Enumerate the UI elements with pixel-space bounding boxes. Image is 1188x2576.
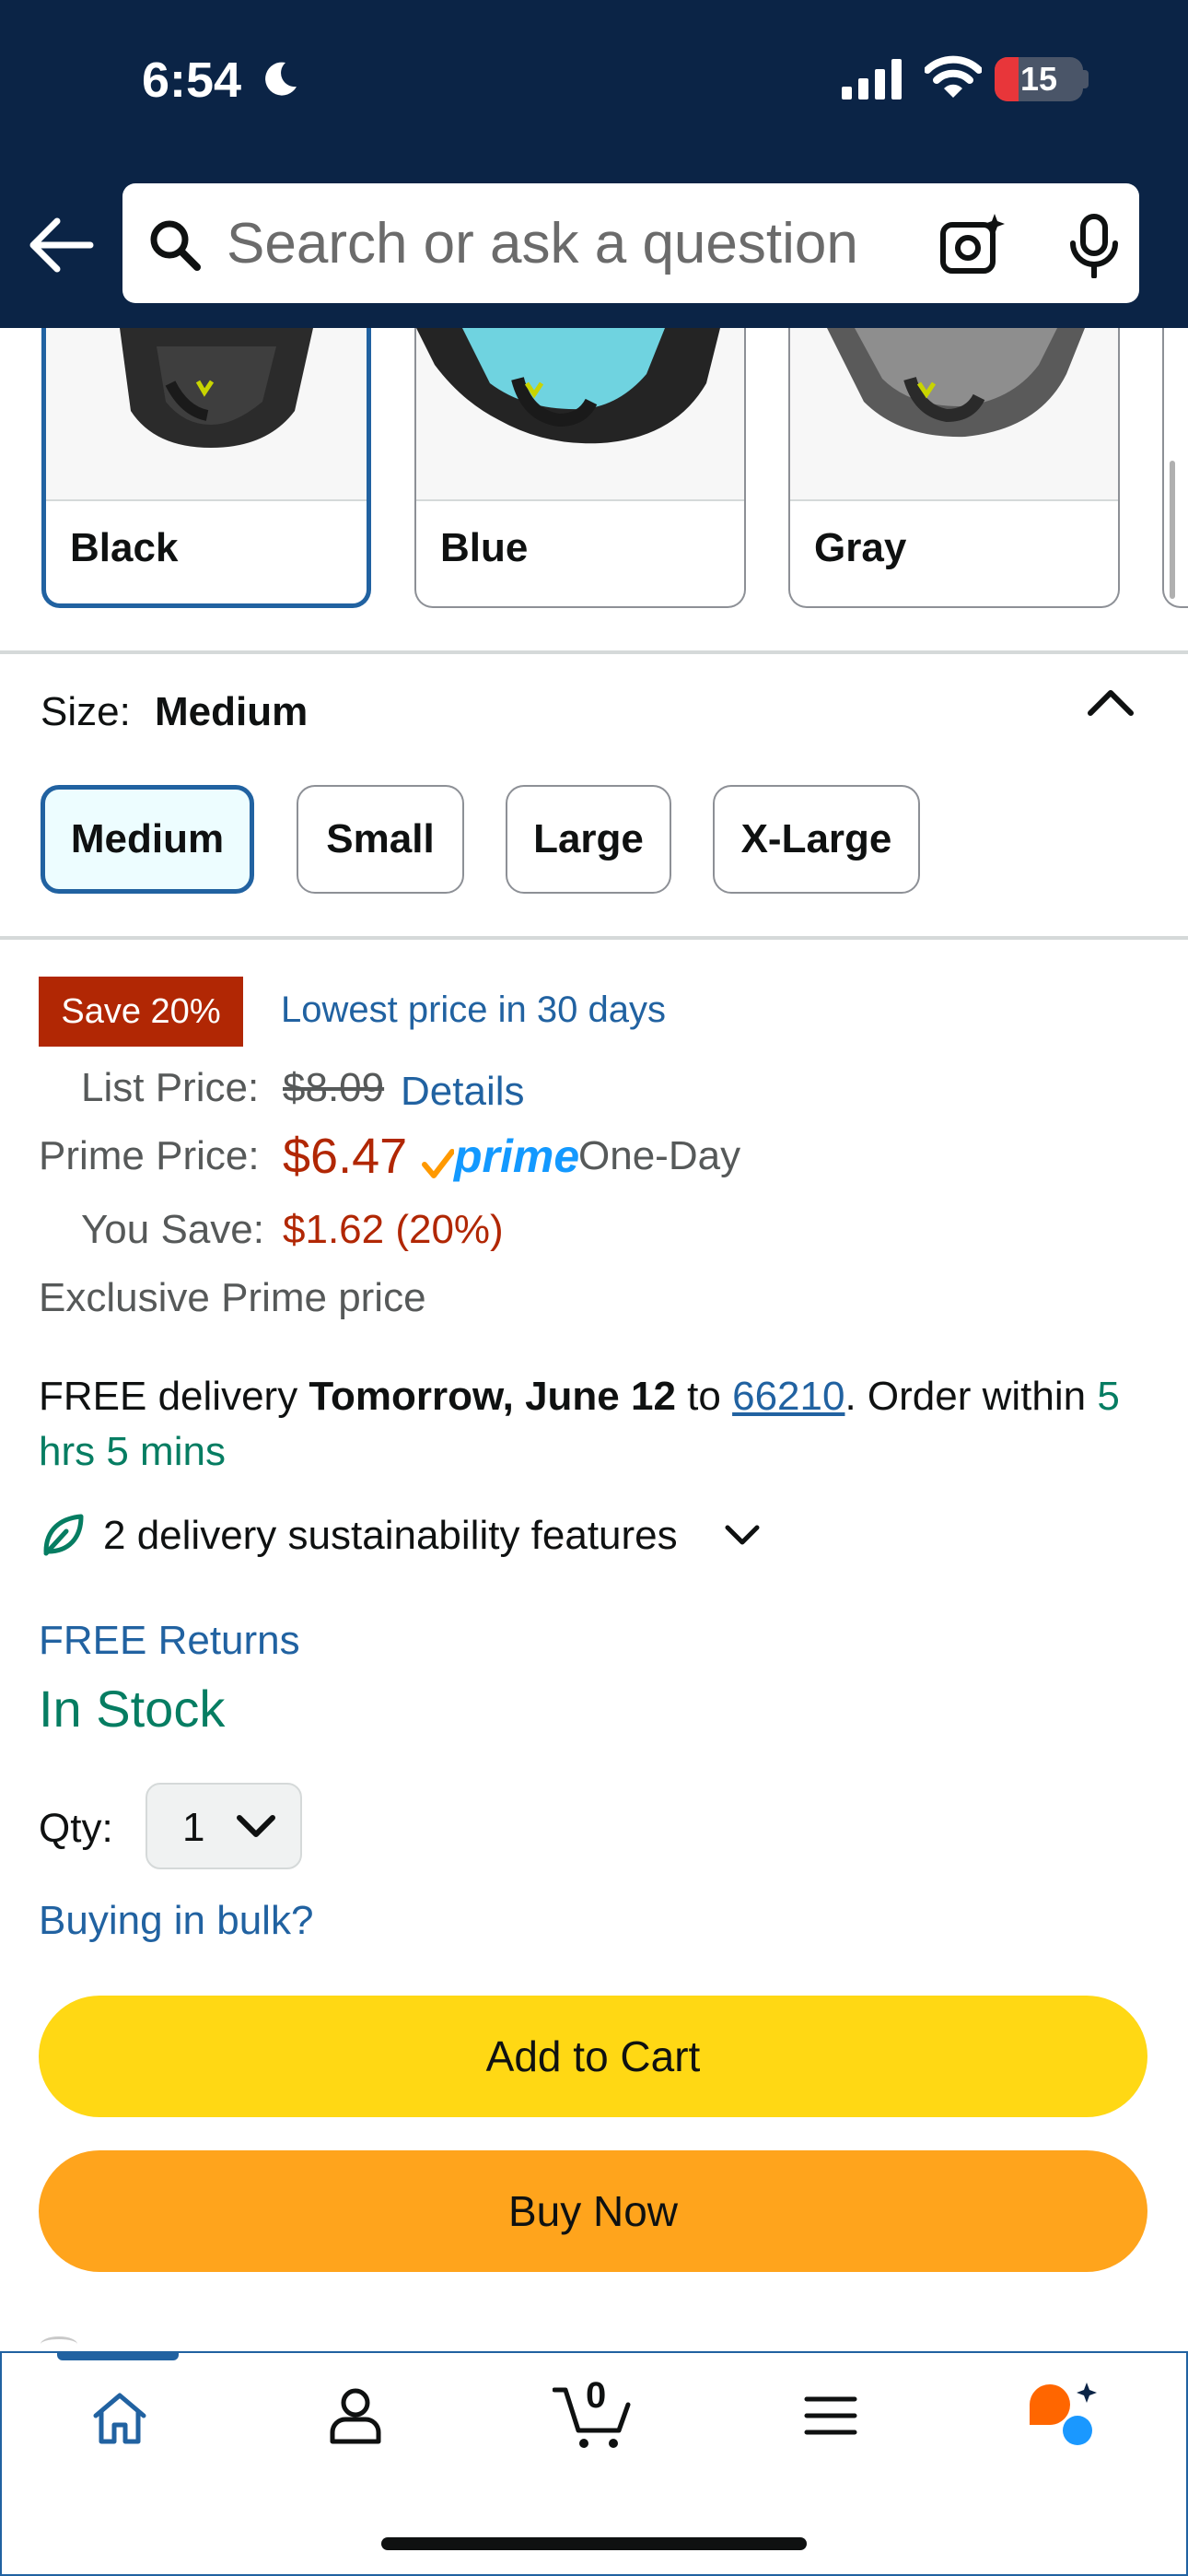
glove-image [827, 328, 1085, 438]
cart-count-badge: 0 [586, 2375, 607, 2416]
size-option-small[interactable]: Small [297, 785, 464, 894]
prime-price: $6.47 [283, 1129, 408, 1184]
buying-in-bulk-link[interactable]: Buying in bulk? [39, 1898, 313, 1944]
quantity-label: Qty: [39, 1806, 113, 1851]
size-selected-value: Medium [155, 689, 309, 734]
color-label: Black [70, 525, 179, 570]
color-option-black[interactable]: Black [41, 328, 371, 608]
delivery-to: to [675, 1374, 733, 1419]
stock-status: In Stock [39, 1680, 226, 1738]
active-tab-indicator [57, 2351, 179, 2360]
product-thumbnail [46, 328, 367, 501]
add-to-cart-button[interactable]: Add to Cart [39, 1996, 1147, 2117]
delivery-prefix: FREE delivery [39, 1374, 309, 1419]
quantity-dropdown[interactable]: 1 [146, 1783, 302, 1869]
size-option-x-large[interactable]: X-Large [713, 785, 920, 894]
glove-image [120, 328, 313, 448]
you-save-amount: $1.62 (20%) [283, 1207, 504, 1252]
color-label: Gray [814, 525, 907, 570]
chevron-up-icon[interactable] [1085, 684, 1136, 720]
section-divider [0, 936, 1188, 940]
battery-nub [1081, 70, 1089, 88]
home-icon[interactable] [90, 2390, 149, 2445]
price-details-link[interactable]: Details [401, 1069, 525, 1115]
moon-icon [265, 62, 297, 96]
microphone-icon[interactable] [1068, 214, 1120, 278]
color-label: Blue [440, 525, 529, 570]
signal-icon [842, 59, 902, 100]
chevron-down-icon [237, 1815, 275, 1837]
you-save-label: You Save: [81, 1207, 264, 1252]
scroll-indicator [1170, 461, 1175, 599]
sustainability-features[interactable]: 2 delivery sustainability features [103, 1513, 678, 1559]
quantity-value: 1 [182, 1805, 205, 1850]
rufus-assistant-icon[interactable] [1026, 2381, 1101, 2449]
list-price: $8.09 [283, 1065, 385, 1110]
prime-price-label: Prime Price: [39, 1133, 260, 1178]
size-label: Size: [41, 689, 131, 734]
lowest-price-link[interactable]: Lowest price in 30 days [281, 989, 666, 1031]
account-icon[interactable] [328, 2386, 383, 2445]
color-option-blue[interactable]: Blue [414, 328, 746, 608]
menu-icon[interactable] [803, 2394, 858, 2438]
prime-logo: prime [454, 1130, 580, 1182]
discount-badge: Save 20% [39, 977, 243, 1047]
free-returns-link[interactable]: FREE Returns [39, 1618, 300, 1664]
home-indicator-bar [381, 2537, 807, 2550]
battery-indicator: 15 [995, 57, 1083, 101]
prime-delivery-speed: One-Day [578, 1133, 741, 1178]
delivery-date: Tomorrow, June 12 [309, 1374, 676, 1419]
size-option-medium[interactable]: Medium [41, 785, 254, 894]
battery-percent: 15 [1019, 60, 1058, 98]
delivery-info: FREE delivery Tomorrow, June 12 to 66210… [39, 1369, 1153, 1480]
list-price-label: List Price: [81, 1065, 260, 1110]
product-thumbnail [790, 328, 1118, 501]
camera-search-icon[interactable] [939, 212, 1006, 276]
order-within-text: . Order within [844, 1374, 1098, 1419]
color-option-gray[interactable]: Gray [788, 328, 1120, 608]
wifi-icon [925, 55, 982, 98]
chevron-down-icon[interactable] [724, 1522, 761, 1550]
color-option-partial[interactable] [1162, 328, 1188, 608]
buy-now-button[interactable]: Buy Now [39, 2150, 1147, 2272]
search-input[interactable] [227, 205, 936, 282]
section-divider [0, 650, 1188, 654]
back-arrow-icon[interactable] [26, 216, 96, 275]
status-time: 6:54 [142, 53, 242, 108]
prime-check-icon [422, 1149, 454, 1178]
leaf-icon [43, 1514, 84, 1556]
delivery-zip-link[interactable]: 66210 [732, 1374, 844, 1419]
search-icon [150, 220, 201, 271]
glove-image [416, 328, 720, 444]
size-option-large[interactable]: Large [506, 785, 671, 894]
exclusive-prime-note: Exclusive Prime price [39, 1275, 426, 1320]
partially-hidden-icon [41, 2336, 77, 2352]
product-thumbnail [416, 328, 744, 501]
